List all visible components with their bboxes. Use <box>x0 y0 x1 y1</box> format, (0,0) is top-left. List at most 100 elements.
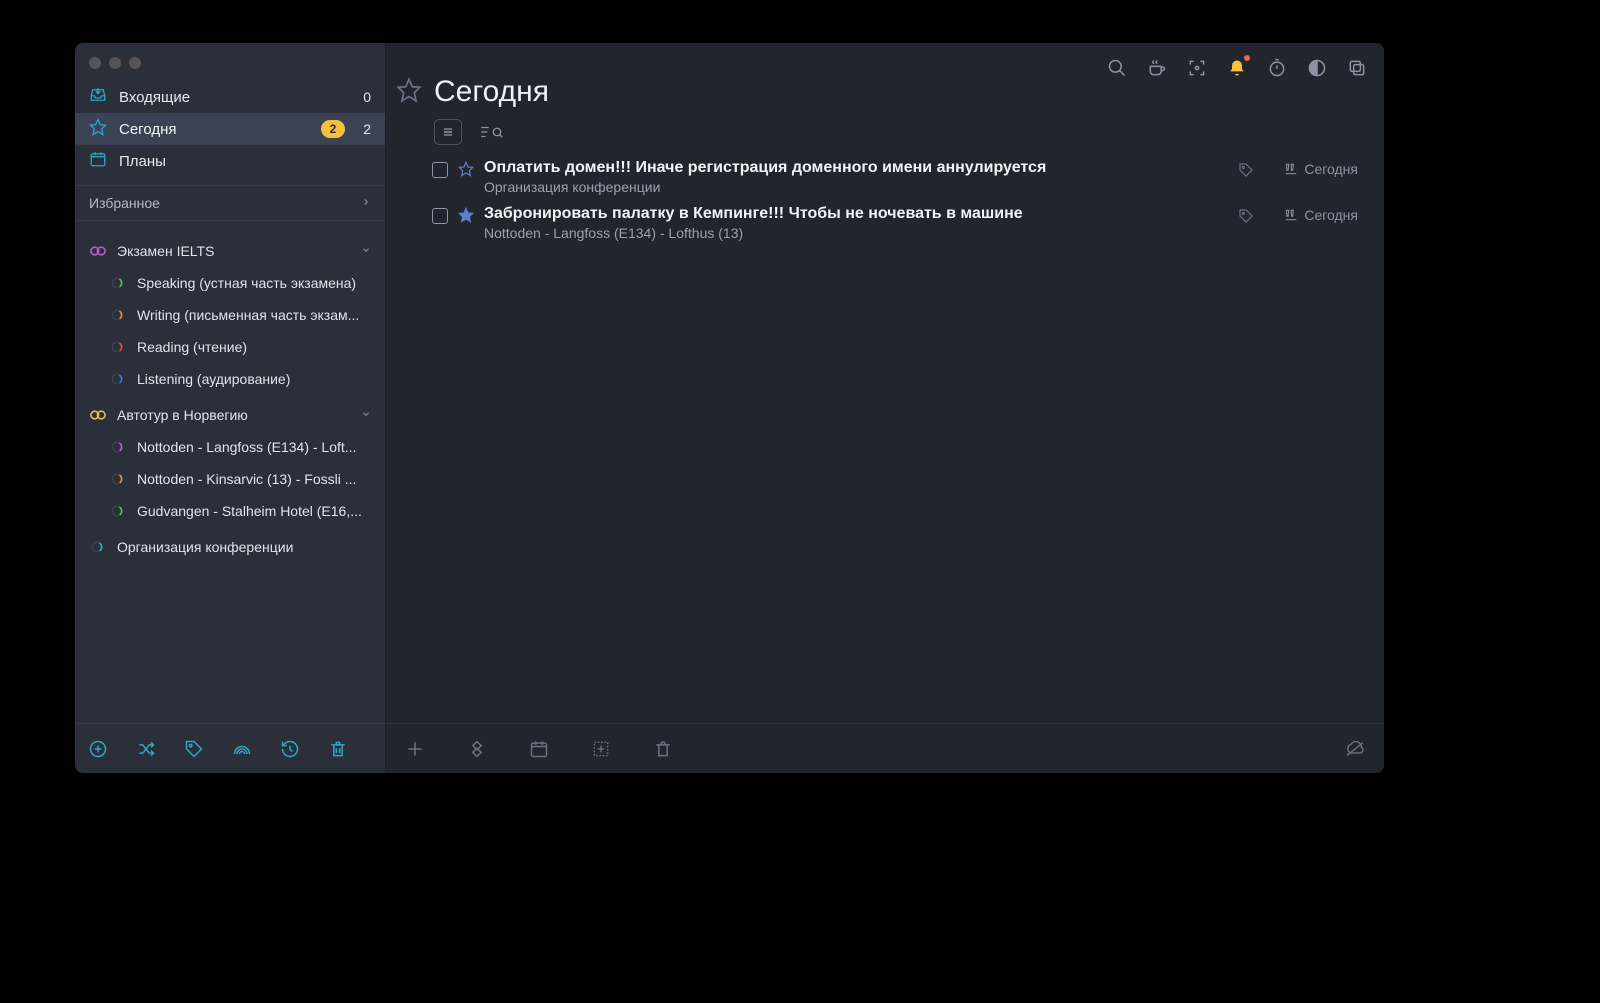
task-subtitle: Организация конференции <box>484 179 1228 195</box>
traffic-minimize[interactable] <box>109 57 121 69</box>
focus-icon[interactable] <box>1186 57 1208 79</box>
sidebar: Входящие 0 Сегодня 2 2 Планы <box>75 43 386 773</box>
task-content: Оплатить домен!!! Иначе регистрация доме… <box>484 159 1228 195</box>
trash-button[interactable] <box>327 738 349 760</box>
task-row[interactable]: Забронировать палатку в Кемпинге!!! Чтоб… <box>432 199 1358 245</box>
calendar-icon <box>89 150 107 172</box>
project-ring-icon <box>109 307 125 323</box>
chevron-right-icon <box>361 196 371 210</box>
copy-icon[interactable] <box>1346 57 1368 79</box>
task-due-label: Сегодня <box>1304 161 1358 177</box>
project-item[interactable]: Экзамен IELTS <box>75 235 385 267</box>
projects-list: Экзамен IELTS Speaking (устная часть экза… <box>75 235 385 563</box>
list-view-button[interactable] <box>434 119 462 145</box>
project-ring-icon <box>109 371 125 387</box>
project-ring-icon <box>109 503 125 519</box>
task-content: Забронировать палатку в Кемпинге!!! Чтоб… <box>484 205 1228 241</box>
body: Входящие 0 Сегодня 2 2 Планы <box>75 43 1384 773</box>
theme-icon[interactable] <box>1306 57 1328 79</box>
top-toolbar <box>1106 57 1368 79</box>
page-header: Сегодня <box>386 43 1384 115</box>
subproject-label: Nottoden - Kinsarvic (13) - Fossli ... <box>137 471 371 487</box>
header-star-icon[interactable] <box>396 77 422 108</box>
task-checkbox[interactable] <box>432 162 448 178</box>
traffic-close[interactable] <box>89 57 101 69</box>
subproject-label: Writing (письменная часть экзам... <box>137 307 371 323</box>
tag-icon[interactable] <box>1238 162 1254 183</box>
history-button[interactable] <box>279 738 301 760</box>
project-item[interactable]: Организация конференции <box>75 531 385 563</box>
favorites-label: Избранное <box>89 195 160 211</box>
app-window: Входящие 0 Сегодня 2 2 Планы <box>75 43 1384 773</box>
sidebar-section-favorites[interactable]: Избранное <box>75 185 385 221</box>
traffic-lights <box>89 57 141 69</box>
project-label: Экзамен IELTS <box>117 243 349 259</box>
target-button[interactable] <box>590 738 612 760</box>
task-due[interactable]: Сегодня <box>1284 161 1358 177</box>
sidebar-toolbar <box>75 723 385 773</box>
subproject-item[interactable]: Listening (аудирование) <box>75 363 385 395</box>
project-ring-icon <box>109 275 125 291</box>
today-label: Сегодня <box>119 121 309 138</box>
date-button[interactable] <box>528 738 550 760</box>
inbox-icon <box>89 86 107 108</box>
priority-button[interactable] <box>466 738 488 760</box>
subproject-label: Speaking (устная часть экзамена) <box>137 275 371 291</box>
add-task-button[interactable] <box>404 738 426 760</box>
subproject-item[interactable]: Nottoden - Langfoss (E134) - Loft... <box>75 431 385 463</box>
today-count: 2 <box>357 121 371 137</box>
subproject-item[interactable]: Gudvangen - Stalheim Hotel (E16,... <box>75 495 385 527</box>
tag-icon[interactable] <box>1238 208 1254 229</box>
sync-status-icon[interactable] <box>1344 738 1366 760</box>
traffic-zoom[interactable] <box>129 57 141 69</box>
bell-icon[interactable] <box>1226 57 1248 79</box>
search-button[interactable] <box>1106 57 1128 79</box>
subproject-item[interactable]: Nottoden - Kinsarvic (13) - Fossli ... <box>75 463 385 495</box>
subproject-item[interactable]: Speaking (устная часть экзамена) <box>75 267 385 299</box>
timer-icon[interactable] <box>1266 57 1288 79</box>
subproject-item[interactable]: Writing (письменная часть экзам... <box>75 299 385 331</box>
filter-search-button[interactable] <box>478 123 504 141</box>
delete-button[interactable] <box>652 738 674 760</box>
task-due[interactable]: Сегодня <box>1284 207 1358 223</box>
subproject-label: Gudvangen - Stalheim Hotel (E16,... <box>137 503 371 519</box>
subproject-label: Nottoden - Langfoss (E134) - Loft... <box>137 439 371 455</box>
sidebar-item-plans[interactable]: Планы <box>75 145 385 177</box>
sidebar-item-today[interactable]: Сегодня 2 2 <box>75 113 385 145</box>
subproject-item[interactable]: Reading (чтение) <box>75 331 385 363</box>
task-list: Оплатить домен!!! Иначе регистрация доме… <box>386 153 1384 245</box>
task-title: Забронировать палатку в Кемпинге!!! Чтоб… <box>484 205 1228 223</box>
page-title: Сегодня <box>434 75 549 109</box>
task-checkbox[interactable] <box>432 208 448 224</box>
tag-button[interactable] <box>183 738 205 760</box>
subproject-label: Listening (аудирование) <box>137 371 371 387</box>
project-item[interactable]: Автотур в Норвегию <box>75 399 385 431</box>
task-row[interactable]: Оплатить домен!!! Иначе регистрация доме… <box>432 153 1358 199</box>
task-subtitle: Nottoden - Langfoss (E134) - Lofthus (13… <box>484 225 1228 241</box>
task-title: Оплатить домен!!! Иначе регистрация доме… <box>484 159 1228 177</box>
subproject-label: Reading (чтение) <box>137 339 371 355</box>
inbox-count: 0 <box>357 89 371 105</box>
project-ring-icon <box>89 539 105 555</box>
project-label: Организация конференции <box>117 539 371 555</box>
task-star-icon[interactable] <box>458 207 474 228</box>
star-icon <box>89 118 107 140</box>
view-toolbar <box>386 115 1384 153</box>
chevron-down-icon[interactable] <box>361 244 371 258</box>
plans-label: Планы <box>119 153 371 170</box>
project-ring-icon <box>109 339 125 355</box>
inbox-label: Входящие <box>119 89 345 106</box>
chevron-down-icon[interactable] <box>361 408 371 422</box>
sidebar-nav: Входящие 0 Сегодня 2 2 Планы <box>75 43 385 563</box>
sidebar-item-inbox[interactable]: Входящие 0 <box>75 81 385 113</box>
task-star-icon[interactable] <box>458 161 474 182</box>
main-pane: Сегодня Оплатить домен!!! Иначе регистра… <box>386 43 1384 773</box>
main-bottom-toolbar <box>386 723 1384 773</box>
shuffle-button[interactable] <box>135 738 157 760</box>
project-group-icon <box>89 407 105 423</box>
add-project-button[interactable] <box>87 738 109 760</box>
project-label: Автотур в Норвегию <box>117 407 349 423</box>
coffee-icon[interactable] <box>1146 57 1168 79</box>
radar-button[interactable] <box>231 738 253 760</box>
project-ring-icon <box>109 439 125 455</box>
